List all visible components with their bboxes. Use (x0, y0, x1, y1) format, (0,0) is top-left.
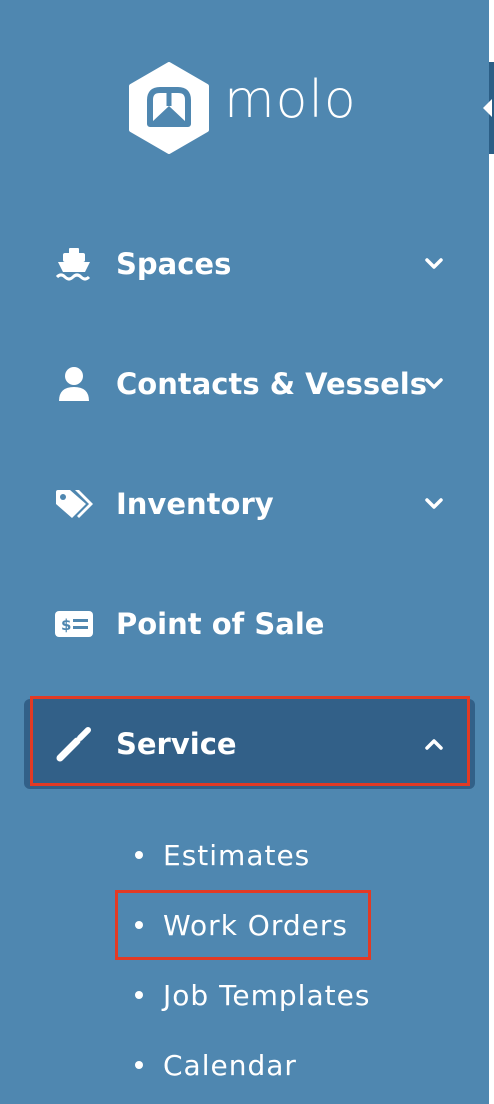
collapse-arrow-icon[interactable] (483, 99, 492, 117)
nav-item-spaces[interactable]: Spaces (24, 219, 475, 309)
submenu-label: Calendar (163, 1048, 297, 1082)
tags-icon (54, 484, 94, 524)
nav-label-inventory: Inventory (116, 487, 274, 521)
money-card-icon: $ (54, 604, 94, 644)
svg-text:$: $ (61, 616, 71, 634)
nav-item-point-of-sale[interactable]: $ Point of Sale (24, 579, 475, 669)
chevron-down-icon[interactable] (424, 254, 444, 274)
work-orders-highlight-box (115, 890, 371, 960)
submenu-item-calendar[interactable]: Calendar (135, 1045, 297, 1085)
submenu-label: Estimates (163, 838, 311, 872)
chevron-down-icon[interactable] (424, 494, 444, 514)
submenu-label: Job Templates (163, 978, 371, 1012)
ship-icon (54, 244, 94, 284)
user-icon (54, 364, 94, 404)
nav-label-spaces: Spaces (116, 247, 232, 281)
brand-logo[interactable]: molo (128, 60, 368, 156)
nav-item-contacts-vessels[interactable]: Contacts & Vessels (24, 339, 475, 429)
nav-item-inventory[interactable]: Inventory (24, 459, 475, 549)
molo-hex-logo-icon (129, 62, 209, 154)
bullet (135, 1061, 143, 1069)
submenu-item-job-templates[interactable]: Job Templates (135, 975, 370, 1015)
bullet (135, 991, 143, 999)
service-highlight-box (30, 696, 470, 786)
submenu-item-estimates[interactable]: Estimates (135, 835, 310, 875)
chevron-down-icon[interactable] (424, 374, 444, 394)
nav-label-contacts-vessels: Contacts & Vessels (116, 367, 427, 401)
brand-name: molo (224, 70, 357, 130)
nav-label-point-of-sale: Point of Sale (116, 607, 325, 641)
bullet (135, 851, 143, 859)
content-edge (489, 0, 494, 1104)
